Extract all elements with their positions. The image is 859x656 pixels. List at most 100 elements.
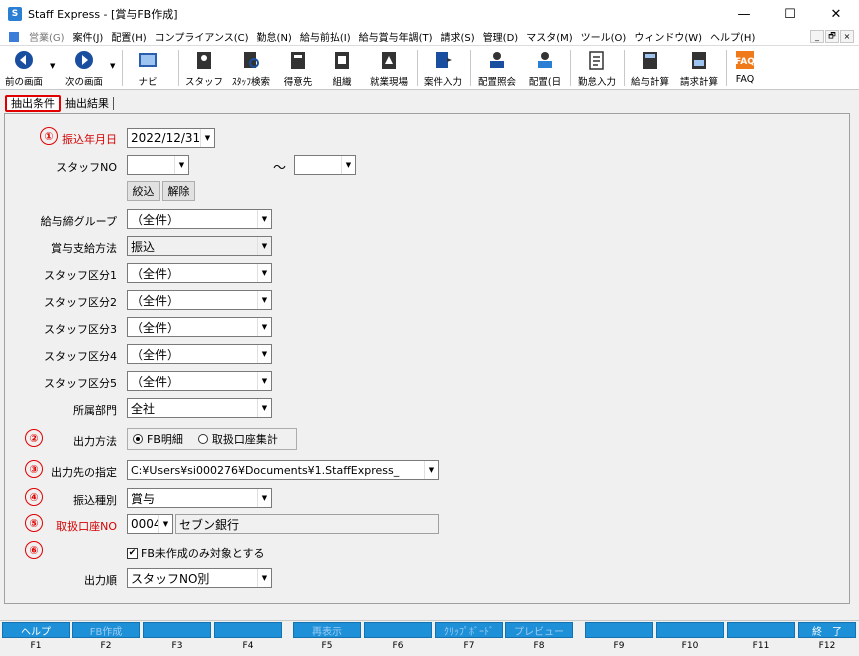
staff-button[interactable]: スタッフ	[184, 48, 224, 88]
menu-billing[interactable]: 請求(S)	[437, 29, 479, 44]
fkey-f5[interactable]: 再表示 F5	[293, 622, 361, 656]
chevron-down-icon[interactable]: ▼	[174, 156, 188, 174]
staff-search-button[interactable]: ｽﾀｯﾌ検索	[228, 48, 274, 88]
payroll-group-select[interactable]: （全件） ▼	[127, 209, 272, 229]
chevron-down-icon[interactable]: ▼	[257, 489, 271, 507]
fkey-f4[interactable]: F4	[214, 622, 282, 656]
fkey-f1[interactable]: ヘルプ F1	[2, 622, 70, 656]
payroll-calc-button[interactable]: 給与計算	[626, 48, 674, 88]
billing-calc-label: 請求計算	[679, 77, 718, 88]
forward-dropdown-icon[interactable]: ▼	[110, 62, 115, 70]
chevron-down-icon[interactable]: ▼	[257, 569, 271, 587]
transfer-type-label: 振込種別	[73, 494, 117, 507]
mdi-minimize-button[interactable]: _	[810, 30, 824, 43]
output-method-fb-detail[interactable]: FB明細	[133, 431, 183, 447]
chevron-down-icon[interactable]: ▼	[257, 210, 271, 228]
minimize-button[interactable]: —	[721, 0, 767, 28]
staff-cat5-select[interactable]: （全件） ▼	[127, 371, 272, 391]
fkey-f7[interactable]: ｸﾘｯﾌﾟﾎﾞｰﾄﾞ F7	[435, 622, 503, 656]
case-entry-label: 案件入力	[423, 77, 462, 88]
assignment-inquiry-button[interactable]: 配置照会	[474, 48, 520, 88]
menu-sales[interactable]: 営業(G)	[25, 29, 69, 44]
fkey-f12[interactable]: 終 了 F12	[798, 622, 856, 656]
chevron-down-icon[interactable]: ▼	[424, 461, 438, 479]
bank-account-select[interactable]: 0004 ▼	[127, 514, 173, 534]
client-button[interactable]: 得意先	[278, 48, 318, 88]
back-dropdown-icon[interactable]: ▼	[50, 62, 55, 70]
navi-button[interactable]: ナビ	[128, 48, 168, 88]
fkey-f2[interactable]: FB作成 F2	[72, 622, 140, 656]
menu-assignment[interactable]: 配置(H)	[107, 29, 150, 44]
staff-cat3-select[interactable]: （全件） ▼	[127, 317, 272, 337]
fkey-f8[interactable]: プレビュー F8	[505, 622, 573, 656]
chevron-down-icon[interactable]: ▼	[257, 345, 271, 363]
department-select[interactable]: 全社 ▼	[127, 398, 272, 418]
fkey-f9[interactable]: F9	[585, 622, 653, 656]
menu-window[interactable]: ウィンドウ(W)	[630, 29, 706, 44]
menu-attendance[interactable]: 勤怠(N)	[253, 29, 296, 44]
staff-label: スタッフ	[184, 77, 223, 88]
menu-master[interactable]: マスタ(M)	[522, 29, 576, 44]
fkey-f6[interactable]: F6	[364, 622, 432, 656]
staff-cat1-label: スタッフ区分1	[44, 269, 117, 282]
only-uncreated-checkbox[interactable]: ✔ FB未作成のみ対象とする	[127, 545, 265, 561]
assignment-day-button[interactable]: 配置(日	[524, 48, 566, 88]
chevron-down-icon[interactable]: ▼	[158, 515, 172, 533]
chevron-down-icon[interactable]: ▼	[341, 156, 355, 174]
maximize-button[interactable]: ☐	[767, 0, 813, 28]
fb-detail-label: FB明細	[147, 433, 183, 446]
chevron-down-icon[interactable]: ▼	[257, 372, 271, 390]
back-button[interactable]: 前の画面	[2, 48, 46, 88]
fkey-f11[interactable]: F11	[727, 622, 795, 656]
attendance-entry-button[interactable]: 勤怠入力	[574, 48, 620, 88]
chevron-down-icon[interactable]: ▼	[257, 264, 271, 282]
menu-help[interactable]: ヘルプ(H)	[706, 29, 759, 44]
payroll-group-label: 給与締グループ	[40, 215, 117, 228]
checkmark-icon: ✔	[127, 547, 138, 559]
billing-calc-button[interactable]: 請求計算	[676, 48, 722, 88]
transfer-type-select[interactable]: 賞与 ▼	[127, 488, 272, 508]
staff-cat5-label: スタッフ区分5	[44, 377, 117, 390]
mdi-close-button[interactable]: ×	[840, 30, 854, 43]
menu-payroll[interactable]: 給与賞与年調(T)	[355, 29, 437, 44]
bank-account-code: 0004	[131, 517, 158, 531]
faq-button[interactable]: FAQ FAQ	[730, 48, 760, 88]
output-method-account-summary[interactable]: 取扱口座集計	[197, 431, 278, 447]
fkey-f11-label	[727, 622, 795, 638]
menu-advance-pay[interactable]: 給与前払(I)	[296, 29, 355, 44]
menu-compliance[interactable]: コンプライアンス(C)	[151, 29, 253, 44]
fkey-f10[interactable]: F10	[656, 622, 724, 656]
staff-no-from-select[interactable]: ▼	[127, 155, 189, 175]
mdi-restore-button[interactable]: 🗗	[825, 30, 839, 43]
staff-cat4-select[interactable]: （全件） ▼	[127, 344, 272, 364]
fkey-f3[interactable]: F3	[143, 622, 211, 656]
chevron-down-icon[interactable]: ▼	[257, 291, 271, 309]
bonus-method-select[interactable]: 振込 ▼	[127, 236, 272, 256]
staff-search-label: ｽﾀｯﾌ検索	[231, 77, 270, 88]
organization-button[interactable]: 組織	[322, 48, 362, 88]
staff-cat2-select[interactable]: （全件） ▼	[127, 290, 272, 310]
menu-tools[interactable]: ツール(O)	[577, 29, 631, 44]
chevron-down-icon[interactable]: ▼	[257, 237, 271, 255]
output-order-select[interactable]: スタッフNO別 ▼	[127, 568, 272, 588]
fkey-f10-code: F10	[681, 641, 699, 651]
filter-button[interactable]: 絞込	[127, 181, 160, 201]
chevron-down-icon[interactable]: ▼	[257, 399, 271, 417]
case-entry-button[interactable]: 案件入力	[420, 48, 466, 88]
output-dest-select[interactable]: C:¥Users¥si000276¥Documents¥1.StaffExpre…	[127, 460, 439, 480]
worksite-button[interactable]: 就業現場	[366, 48, 412, 88]
close-button[interactable]: ✕	[813, 0, 859, 28]
staff-cat1-select[interactable]: （全件） ▼	[127, 263, 272, 283]
transfer-date-picker[interactable]: 2022/12/31 ▼	[127, 128, 215, 148]
forward-button[interactable]: 次の画面	[60, 48, 108, 88]
chevron-down-icon[interactable]: ▼	[257, 318, 271, 336]
staff-no-to-select[interactable]: ▼	[294, 155, 356, 175]
chevron-down-icon[interactable]: ▼	[200, 129, 214, 147]
tab-results[interactable]: 抽出結果	[61, 96, 114, 110]
tab-conditions[interactable]: 抽出条件	[5, 94, 61, 112]
clear-button[interactable]: 解除	[162, 181, 195, 201]
svg-text:FAQ: FAQ	[735, 57, 755, 67]
toolbar-separator	[122, 50, 123, 86]
menu-case[interactable]: 案件(J)	[69, 29, 108, 44]
menu-admin[interactable]: 管理(D)	[479, 29, 523, 44]
